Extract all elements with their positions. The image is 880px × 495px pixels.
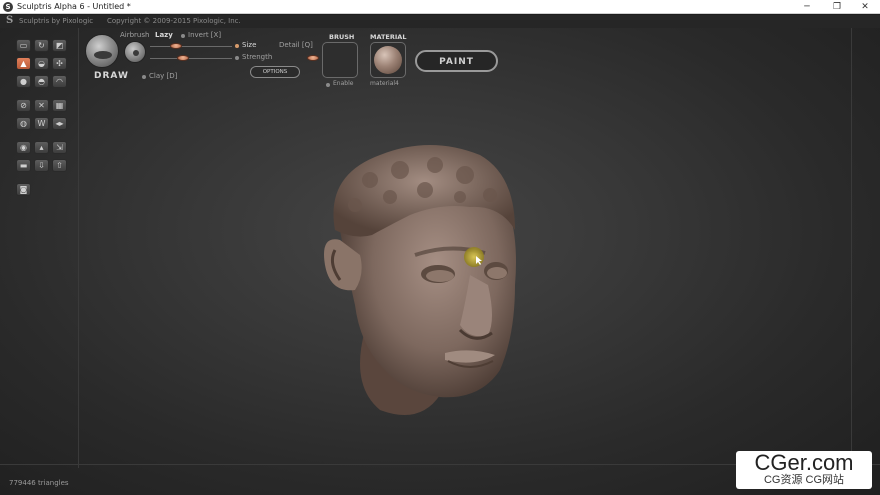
brush-name: DRAW <box>94 71 129 81</box>
brand-label: Sculptris by Pixologic <box>19 17 94 25</box>
divider <box>78 28 79 468</box>
airbrush-toggle[interactable]: Airbrush <box>120 31 149 39</box>
inflate-icon[interactable]: ◒ <box>34 57 49 70</box>
reduce-icon[interactable]: ▦ <box>52 99 67 112</box>
pinch-icon[interactable]: ✣ <box>52 57 67 70</box>
window-title: Sculptris Alpha 6 - Untitled * <box>17 2 131 11</box>
invert-toggle[interactable]: Invert [X] <box>188 31 221 39</box>
clay-toggle[interactable]: Clay [D] <box>149 72 177 80</box>
plane-icon[interactable]: ▴ <box>34 141 49 154</box>
sculptris-logo: S <box>6 15 14 26</box>
viewport[interactable]: S Sculptris by Pixologic Copyright © 200… <box>0 15 880 495</box>
export-icon[interactable]: ▬ <box>16 159 31 172</box>
draw-brush-preview[interactable] <box>85 34 119 68</box>
minimize-button[interactable]: ─ <box>794 0 820 14</box>
size-slider-knob[interactable] <box>170 43 182 49</box>
enable-bullet <box>326 83 330 87</box>
watermark: CGer.com CG资源 CG网站 <box>736 451 872 489</box>
enable-toggle[interactable]: Enable <box>333 80 353 87</box>
sculpt-model[interactable] <box>310 135 550 430</box>
close-button[interactable]: ✕ <box>852 0 878 14</box>
maximize-button[interactable]: ❐ <box>824 0 850 14</box>
rotate-icon[interactable]: ↻ <box>34 39 49 52</box>
scale-icon[interactable]: ⊘ <box>16 99 31 112</box>
flatten-icon[interactable]: ▭ <box>16 39 31 52</box>
clay-bullet <box>142 75 146 79</box>
brand-bar: S Sculptris by Pixologic Copyright © 200… <box>0 15 880 28</box>
lazy-toggle[interactable]: Lazy <box>155 31 173 39</box>
material-name: material4 <box>370 80 399 87</box>
brush-panel-title: BRUSH <box>329 33 355 41</box>
flatten-alt-icon[interactable]: ◠ <box>52 75 67 88</box>
divider <box>851 28 852 468</box>
smooth-icon[interactable]: ◓ <box>34 75 49 88</box>
triangle-count: 779446 triangles <box>9 479 69 487</box>
wireframe-icon[interactable]: ◂▸ <box>52 117 67 130</box>
app-icon: S <box>3 2 13 12</box>
camera-icon[interactable]: ◙ <box>16 183 31 196</box>
draw-icon[interactable]: ▲ <box>16 57 31 70</box>
watermark-line2: CG资源 CG网站 <box>763 474 845 486</box>
open-icon[interactable]: ⇧ <box>52 159 67 172</box>
material-swatch[interactable] <box>370 42 406 78</box>
watermark-line1: CGer.com <box>754 450 854 475</box>
import-icon[interactable]: ⇲ <box>52 141 67 154</box>
invert-bullet <box>181 34 185 38</box>
save-icon[interactable]: ⇩ <box>34 159 49 172</box>
grab-icon[interactable]: ● <box>16 75 31 88</box>
options-button[interactable]: OPTIONS <box>250 66 300 78</box>
material-preview <box>374 46 402 74</box>
sphere-icon[interactable]: ◉ <box>16 141 31 154</box>
crease-icon[interactable]: ◩ <box>52 39 67 52</box>
size-bullet <box>235 44 239 48</box>
copyright-label: Copyright © 2009-2015 Pixologic, Inc. <box>107 17 241 25</box>
symmetry-icon[interactable]: W <box>34 117 49 130</box>
size-slider-track[interactable] <box>150 46 232 47</box>
detail-slider-knob[interactable] <box>307 55 319 61</box>
window-titlebar: S Sculptris Alpha 6 - Untitled * ─ ❐ ✕ <box>0 0 880 14</box>
mask-icon[interactable]: ✕ <box>34 99 49 112</box>
paint-button[interactable]: PAINT <box>415 50 498 72</box>
size-label: Size <box>242 41 257 49</box>
strength-slider-knob[interactable] <box>177 55 189 61</box>
strength-bullet <box>235 56 239 60</box>
strength-slider-track[interactable] <box>150 58 232 59</box>
detail-label: Detail [Q] <box>279 41 313 49</box>
material-panel-title: MATERIAL <box>370 33 407 41</box>
subdivide-icon[interactable]: ◍ <box>16 117 31 130</box>
brush-alpha-preview[interactable] <box>124 41 146 63</box>
brush-texture-swatch[interactable] <box>322 42 358 78</box>
strength-label: Strength <box>242 53 273 61</box>
